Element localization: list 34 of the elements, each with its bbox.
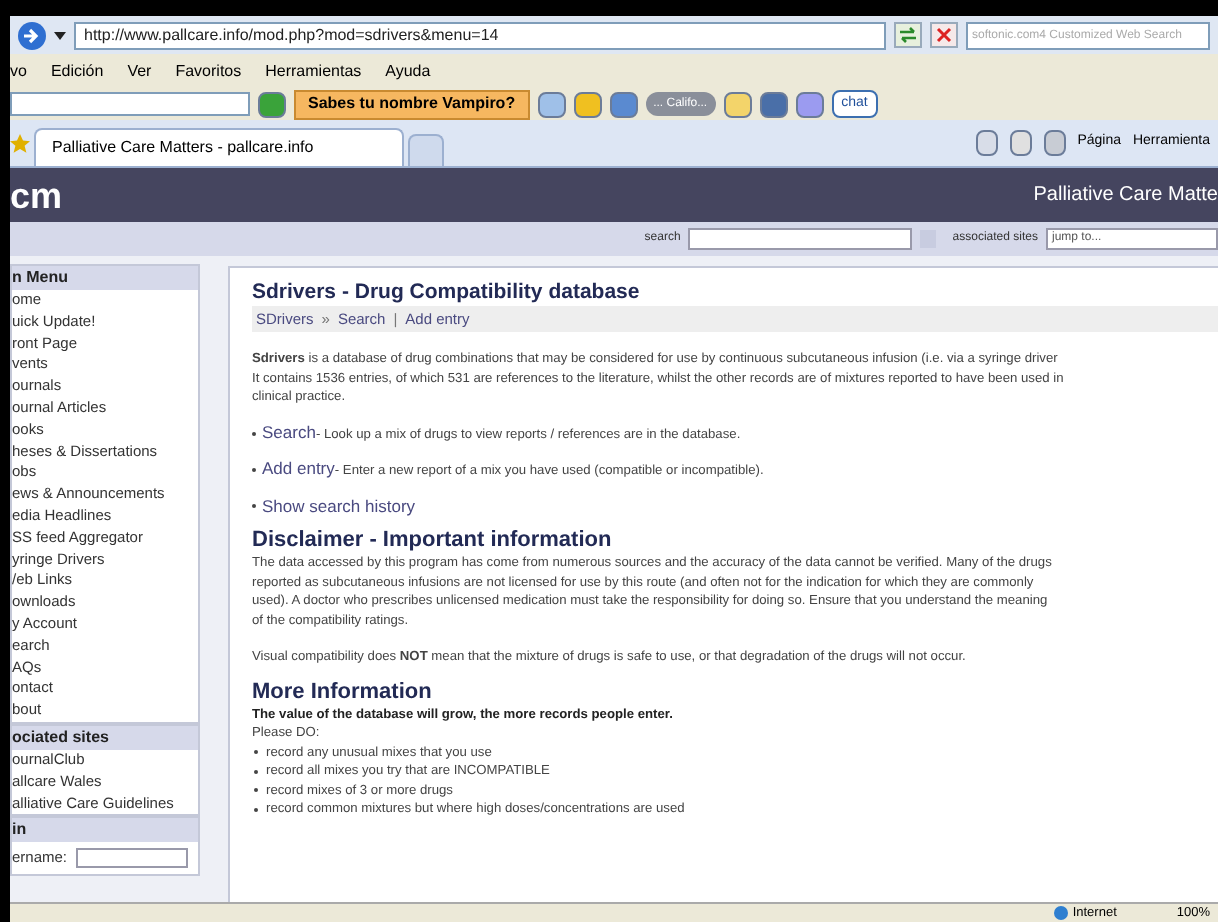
toolbar-icon[interactable] <box>537 91 566 117</box>
page-title: Sdrivers - Drug Compatibility database <box>252 278 642 306</box>
menu-item[interactable]: vo <box>10 59 27 83</box>
action-link[interactable]: Add entry <box>262 460 335 479</box>
section-heading: Disclaimer - Important information <box>252 526 614 554</box>
site-title: Palliative Care Matte <box>1033 182 1218 210</box>
sidebar-heading: n Menu <box>12 266 198 290</box>
site-logo[interactable]: cm <box>10 177 63 213</box>
favorites-star-icon[interactable] <box>10 133 30 153</box>
caret-icon[interactable] <box>54 31 66 39</box>
menu-item[interactable]: Ayuda <box>385 59 431 83</box>
refresh-icon[interactable] <box>894 22 922 48</box>
menu-item[interactable]: Favoritos <box>175 59 242 83</box>
promo-button[interactable]: Sabes tu nombre Vampiro? <box>294 89 530 119</box>
action-link[interactable]: Show search history <box>262 497 416 516</box>
username-field[interactable] <box>75 847 188 868</box>
stop-icon[interactable] <box>930 22 958 48</box>
menu-item[interactable]: Herramientas <box>265 59 362 83</box>
menu-item[interactable]: Edición <box>50 59 104 83</box>
toolbar-icon[interactable] <box>609 91 638 117</box>
site-search-field[interactable] <box>688 228 913 250</box>
toolbar-input[interactable] <box>10 92 250 116</box>
address-field[interactable]: http://www.pallcare.info/mod.php?mod=sdrivers&menu=14 <box>74 21 886 49</box>
toolbar-icon[interactable] <box>759 91 788 117</box>
toolbar-icon[interactable] <box>723 91 752 117</box>
menu-item[interactable]: Ver <box>127 59 152 83</box>
sidebar-heading: in <box>12 818 198 843</box>
toolbar-icon[interactable] <box>795 91 824 117</box>
section-heading: More Information <box>252 677 434 705</box>
sidebar-heading: ociated sites <box>12 725 198 750</box>
globe-icon <box>1054 906 1069 920</box>
browser-tab[interactable]: Palliative Care Matters - pallcare.info <box>34 128 404 166</box>
toolbar-icon[interactable] <box>573 91 602 117</box>
action-link[interactable]: Search <box>262 423 316 442</box>
